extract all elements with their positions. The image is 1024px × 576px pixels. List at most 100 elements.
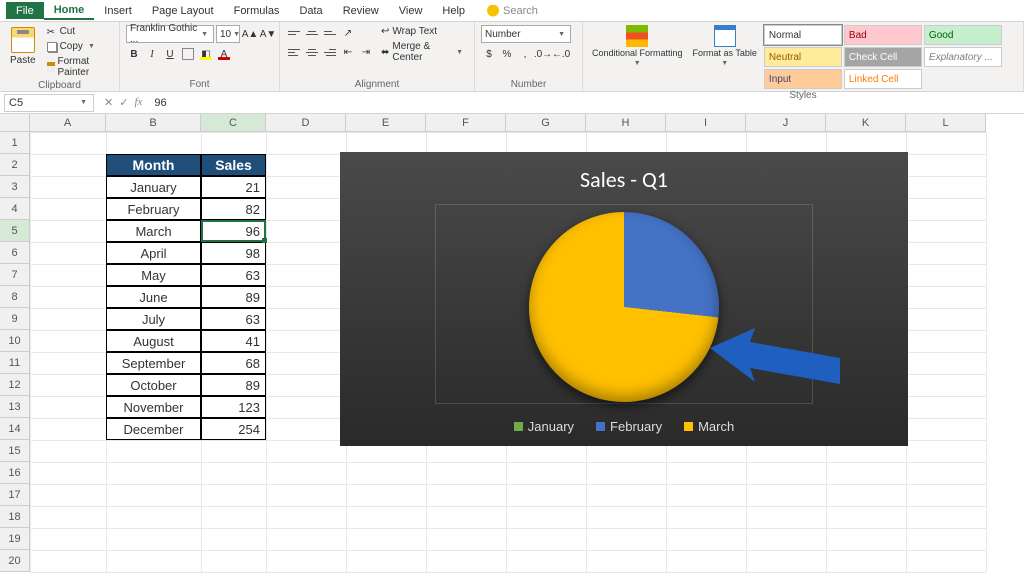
align-bottom-button[interactable] [322,26,338,40]
row-header-10[interactable]: 10 [0,330,30,352]
col-header-E[interactable]: E [346,114,426,132]
align-top-button[interactable] [286,26,302,40]
format-painter-button[interactable]: Format Painter [44,55,113,79]
tell-me-search[interactable]: Search [475,5,538,17]
tab-file[interactable]: File [6,2,44,19]
table-row[interactable]: August [106,330,201,352]
table-row[interactable]: January [106,176,201,198]
accounting-format-button[interactable]: $ [481,46,497,62]
row-header-5[interactable]: 5 [0,220,30,242]
comma-format-button[interactable]: , [517,46,533,62]
copy-button[interactable]: Copy▼ [44,40,113,53]
table-row[interactable]: November [106,396,201,418]
chart-object[interactable]: Sales - Q1JanuaryFebruaryMarch [340,152,908,446]
orientation-button[interactable]: ↗ [340,25,356,41]
col-header-G[interactable]: G [506,114,586,132]
table-header-month[interactable]: Month [106,154,201,176]
wrap-text-button[interactable]: ↩Wrap Text [378,25,468,38]
select-all-corner[interactable] [0,114,30,132]
table-row[interactable]: 96 [201,220,266,242]
spreadsheet-grid[interactable]: ABCDEFGHIJKL 123456789101112131415161718… [0,114,1024,576]
number-format-select[interactable]: Number▼ [481,25,571,43]
table-row[interactable]: 89 [201,374,266,396]
tab-page-layout[interactable]: Page Layout [142,2,224,19]
table-row[interactable]: 123 [201,396,266,418]
cut-button[interactable]: ✂Cut [44,25,113,38]
conditional-formatting-button[interactable]: Conditional Formatting▼ [589,25,686,67]
table-row[interactable]: 21 [201,176,266,198]
font-name-select[interactable]: Franklin Gothic ...▼ [126,25,214,43]
col-header-A[interactable]: A [30,114,106,132]
increase-font-button[interactable]: A▲ [242,26,258,42]
table-row[interactable]: June [106,286,201,308]
style-normal[interactable]: Normal [764,25,842,45]
tab-formulas[interactable]: Formulas [224,2,290,19]
row-header-18[interactable]: 18 [0,506,30,528]
font-color-button[interactable]: A [216,46,232,62]
fx-icon[interactable]: fx [134,96,142,109]
table-row[interactable]: March [106,220,201,242]
table-header-sales[interactable]: Sales [201,154,266,176]
underline-button[interactable]: U [162,46,178,62]
decrease-font-button[interactable]: A▼ [260,26,276,42]
style-input[interactable]: Input [764,69,842,89]
percent-format-button[interactable]: % [499,46,515,62]
table-row[interactable]: December [106,418,201,440]
row-header-4[interactable]: 4 [0,198,30,220]
tab-review[interactable]: Review [333,2,389,19]
style-linked-cell[interactable]: Linked Cell [844,69,922,89]
format-as-table-button[interactable]: Format as Table▼ [690,25,760,67]
table-row[interactable]: 63 [201,264,266,286]
col-header-J[interactable]: J [746,114,826,132]
row-header-15[interactable]: 15 [0,440,30,462]
tab-home[interactable]: Home [44,1,95,20]
row-header-6[interactable]: 6 [0,242,30,264]
tab-insert[interactable]: Insert [94,2,142,19]
increase-decimal-button[interactable]: .0→ [535,46,551,62]
row-header-19[interactable]: 19 [0,528,30,550]
font-size-select[interactable]: 10▼ [216,25,240,43]
style-neutral[interactable]: Neutral [764,47,842,67]
table-row[interactable]: July [106,308,201,330]
tab-help[interactable]: Help [432,2,475,19]
row-header-9[interactable]: 9 [0,308,30,330]
table-row[interactable]: 98 [201,242,266,264]
table-row[interactable]: 89 [201,286,266,308]
table-row[interactable]: 254 [201,418,266,440]
col-header-H[interactable]: H [586,114,666,132]
col-header-I[interactable]: I [666,114,746,132]
table-row[interactable]: October [106,374,201,396]
border-button[interactable] [182,48,194,60]
table-row[interactable]: September [106,352,201,374]
formula-input[interactable]: 96 [148,97,1024,109]
col-header-F[interactable]: F [426,114,506,132]
row-header-8[interactable]: 8 [0,286,30,308]
align-right-button[interactable] [322,45,338,59]
col-header-C[interactable]: C [201,114,266,132]
style-explanatory[interactable]: Explanatory ... [924,47,1002,67]
table-row[interactable]: 63 [201,308,266,330]
row-header-12[interactable]: 12 [0,374,30,396]
paste-button[interactable]: Paste [6,25,40,68]
enter-formula-icon[interactable]: ✓ [119,96,128,109]
row-header-7[interactable]: 7 [0,264,30,286]
name-box[interactable]: C5▼ [4,94,94,112]
col-header-K[interactable]: K [826,114,906,132]
row-header-20[interactable]: 20 [0,550,30,572]
row-header-11[interactable]: 11 [0,352,30,374]
col-header-B[interactable]: B [106,114,201,132]
decrease-indent-button[interactable]: ⇤ [340,44,356,60]
row-header-17[interactable]: 17 [0,484,30,506]
italic-button[interactable]: I [144,46,160,62]
tab-data[interactable]: Data [289,2,332,19]
col-header-D[interactable]: D [266,114,346,132]
row-header-3[interactable]: 3 [0,176,30,198]
row-header-14[interactable]: 14 [0,418,30,440]
row-header-1[interactable]: 1 [0,132,30,154]
decrease-decimal-button[interactable]: ←.0 [553,46,569,62]
table-row[interactable]: 41 [201,330,266,352]
tab-view[interactable]: View [389,2,433,19]
style-bad[interactable]: Bad [844,25,922,45]
row-header-2[interactable]: 2 [0,154,30,176]
table-row[interactable]: April [106,242,201,264]
